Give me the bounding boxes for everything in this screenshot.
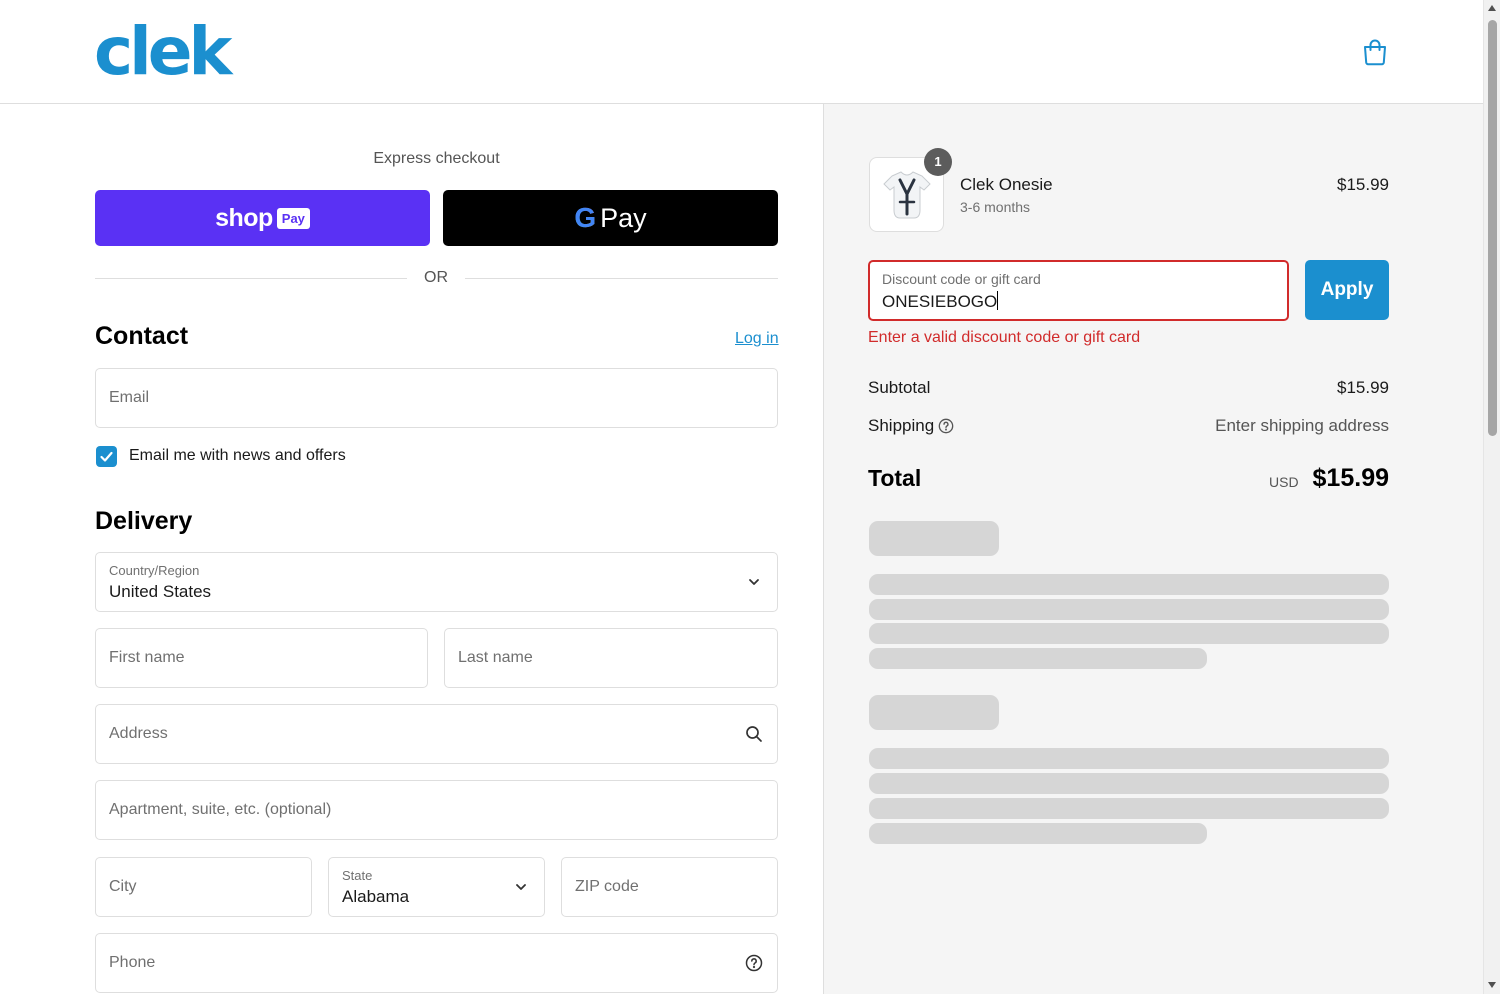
- total-currency: USD: [1269, 474, 1299, 490]
- first-name-field[interactable]: First name: [95, 628, 428, 688]
- last-name-placeholder: Last name: [458, 649, 533, 666]
- skeleton-heading: [869, 521, 999, 556]
- apartment-field[interactable]: Apartment, suite, etc. (optional): [95, 780, 778, 840]
- google-g-icon: G: [574, 202, 597, 233]
- address-placeholder: Address: [109, 725, 168, 742]
- subtotal-label: Subtotal: [868, 378, 931, 397]
- product-price: $15.99: [1337, 175, 1389, 194]
- state-value: Alabama: [342, 887, 410, 906]
- phone-placeholder: Phone: [109, 954, 156, 971]
- text-cursor: [997, 291, 999, 310]
- skeleton-line: [869, 648, 1207, 669]
- skeleton-line: [869, 623, 1389, 644]
- city-field[interactable]: City: [95, 857, 312, 917]
- discount-code-field[interactable]: Discount code or gift card ONESIEBOGO: [868, 260, 1289, 321]
- express-checkout-title: Express checkout: [373, 150, 500, 167]
- shopping-bag-icon[interactable]: [1362, 38, 1388, 66]
- address-field[interactable]: Address: [95, 704, 778, 764]
- divider-right: [465, 278, 778, 279]
- email-placeholder: Email: [109, 389, 150, 406]
- country-label: Country/Region: [109, 563, 200, 578]
- shipping-help-icon[interactable]: [938, 418, 954, 434]
- total-label: Total: [868, 465, 922, 491]
- discount-error-message: Enter a valid discount code or gift card: [868, 329, 1141, 346]
- country-select[interactable]: Country/Region United States: [95, 552, 778, 612]
- scroll-up-arrow-icon[interactable]: [1488, 5, 1496, 11]
- skeleton-line: [869, 823, 1207, 844]
- shop-pay-pill: Pay: [276, 207, 310, 229]
- shipping-value: Enter shipping address: [1215, 416, 1389, 435]
- last-name-field[interactable]: Last name: [444, 628, 778, 688]
- state-select[interactable]: State Alabama: [328, 857, 545, 917]
- skeleton-line: [869, 748, 1389, 769]
- checkmark-icon: [100, 451, 113, 462]
- skeleton-line: [869, 798, 1389, 819]
- product-name: Clek Onesie: [960, 175, 1053, 194]
- discount-code-label: Discount code or gift card: [882, 271, 1041, 287]
- chevron-down-icon: [516, 884, 526, 890]
- help-circle-icon[interactable]: [745, 954, 763, 972]
- city-placeholder: City: [109, 878, 137, 895]
- shop-pay-button[interactable]: shop Pay: [95, 190, 430, 246]
- shop-pay-wordmark: shop: [215, 203, 273, 232]
- skeleton-line: [869, 599, 1389, 620]
- google-pay-label: Pay: [600, 202, 647, 233]
- chevron-down-icon: [749, 579, 759, 585]
- skeleton-line: [869, 773, 1389, 794]
- zip-code-field[interactable]: ZIP code: [561, 857, 778, 917]
- clek-logo[interactable]: clek: [94, 12, 232, 92]
- subtotal-value: $15.99: [1337, 378, 1389, 397]
- zip-code-placeholder: ZIP code: [575, 878, 639, 895]
- delivery-heading: Delivery: [95, 507, 193, 535]
- log-in-link[interactable]: Log in: [735, 330, 779, 348]
- email-field[interactable]: Email: [95, 368, 778, 428]
- newsletter-label: Email me with news and offers: [129, 447, 346, 464]
- quantity-badge: 1: [924, 148, 952, 176]
- apply-discount-button[interactable]: Apply: [1305, 260, 1389, 320]
- total-value: $15.99: [1312, 464, 1389, 492]
- phone-field[interactable]: Phone: [95, 933, 778, 993]
- header: clek: [0, 0, 1483, 104]
- scroll-thumb[interactable]: [1488, 20, 1497, 436]
- contact-heading: Contact: [95, 322, 189, 350]
- scroll-down-arrow-icon[interactable]: [1488, 982, 1496, 988]
- state-label: State: [342, 868, 373, 883]
- checkout-page: clek Express checkout shop Pay G Pay OR …: [0, 0, 1500, 994]
- product-variant: 3-6 months: [960, 199, 1031, 215]
- first-name-placeholder: First name: [109, 649, 185, 666]
- skeleton-heading: [869, 695, 999, 730]
- shipping-label: Shipping: [868, 416, 935, 435]
- discount-code-value: ONESIEBOGO: [882, 291, 999, 312]
- skeleton-line: [869, 574, 1389, 595]
- or-divider-text: OR: [424, 269, 448, 286]
- apartment-placeholder: Apartment, suite, etc. (optional): [109, 801, 332, 818]
- country-value: United States: [109, 582, 212, 601]
- search-icon: [746, 726, 762, 742]
- divider-left: [95, 278, 407, 279]
- discount-code-text: ONESIEBOGO: [882, 292, 998, 311]
- newsletter-checkbox[interactable]: [96, 446, 117, 467]
- page-scrollbar[interactable]: [1483, 0, 1500, 994]
- google-pay-button[interactable]: G Pay: [443, 190, 778, 246]
